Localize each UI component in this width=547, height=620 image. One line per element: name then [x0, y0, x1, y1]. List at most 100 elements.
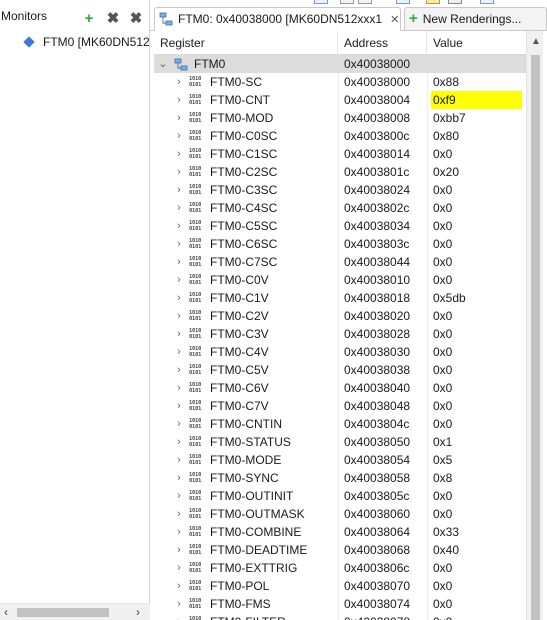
register-value[interactable]: 0x0: [431, 271, 522, 289]
register-value[interactable]: 0x1: [431, 433, 522, 451]
register-group-row[interactable]: ⌄ FTM0 0x40038000: [154, 55, 526, 73]
toolbar-icon[interactable]: [314, 0, 328, 4]
table-row[interactable]: › 1010 0101 FTM0-C6V 0x40038040 0x0: [154, 379, 526, 397]
chevron-right-icon[interactable]: ›: [174, 469, 184, 487]
chevron-right-icon[interactable]: ›: [174, 379, 184, 397]
table-row[interactable]: › 1010 0101 FTM0-C1V 0x40038018 0x5db: [154, 289, 526, 307]
scroll-left-icon[interactable]: ‹: [4, 605, 8, 619]
chevron-right-icon[interactable]: ›: [174, 397, 184, 415]
register-value[interactable]: 0x80: [431, 127, 522, 145]
register-value[interactable]: 0x8: [431, 469, 522, 487]
chevron-right-icon[interactable]: ›: [174, 127, 184, 145]
chevron-right-icon[interactable]: ›: [174, 415, 184, 433]
chevron-right-icon[interactable]: ›: [174, 271, 184, 289]
register-value[interactable]: 0x0: [431, 145, 522, 163]
toolbar-icon[interactable]: [358, 0, 372, 4]
chevron-right-icon[interactable]: ›: [174, 73, 184, 91]
table-row[interactable]: › 1010 0101 FTM0-SC 0x40038000 0x88: [154, 73, 526, 91]
add-icon[interactable]: +: [81, 11, 97, 27]
chevron-right-icon[interactable]: ›: [174, 235, 184, 253]
register-value[interactable]: 0x0: [431, 217, 522, 235]
table-vertical-scrollbar[interactable]: ▲: [526, 31, 543, 620]
register-value[interactable]: 0x0: [431, 181, 522, 199]
close-icon[interactable]: ✕: [390, 13, 399, 26]
table-row[interactable]: › 1010 0101 FTM0-CNTIN 0x4003804c 0x0: [154, 415, 526, 433]
register-value[interactable]: 0x0: [431, 595, 522, 613]
tab-ftm0-rendering[interactable]: FTM0: 0x40038000 [MK60DN512xxx1 ✕: [154, 7, 401, 31]
register-value[interactable]: 0x0: [431, 325, 522, 343]
toolbar-icon[interactable]: [426, 0, 440, 4]
table-row[interactable]: › 1010 0101 FTM0-C2V 0x40038020 0x0: [154, 307, 526, 325]
register-value[interactable]: 0x0: [431, 577, 522, 595]
table-row[interactable]: › 1010 0101 FTM0-EXTTRIG 0x4003806c 0x0: [154, 559, 526, 577]
table-row[interactable]: › 1010 0101 FTM0-OUTMASK 0x40038060 0x0: [154, 505, 526, 523]
scroll-up-icon[interactable]: ▲: [531, 36, 541, 47]
register-value[interactable]: 0x0: [431, 199, 522, 217]
table-row[interactable]: › 1010 0101 FTM0-C2SC 0x4003801c 0x20: [154, 163, 526, 181]
column-header-value[interactable]: Value: [427, 31, 526, 55]
table-row[interactable]: › 10100101 FTM0-FILTER 0x40038078 0x0: [154, 613, 526, 620]
toolbar-icon[interactable]: [448, 0, 462, 4]
chevron-right-icon[interactable]: ›: [174, 91, 184, 109]
remove-all-icon[interactable]: ✖: [128, 11, 144, 27]
chevron-right-icon[interactable]: ›: [174, 577, 184, 595]
toolbar-icon[interactable]: [340, 0, 354, 4]
table-row[interactable]: › 1010 0101 FTM0-FMS 0x40038074 0x0: [154, 595, 526, 613]
table-row[interactable]: › 1010 0101 FTM0-C7V 0x40038048 0x0: [154, 397, 526, 415]
toolbar-icon[interactable]: [396, 0, 410, 4]
register-value[interactable]: 0x88: [431, 73, 522, 91]
register-value[interactable]: [431, 55, 522, 73]
chevron-right-icon[interactable]: ›: [174, 181, 184, 199]
table-row[interactable]: › 1010 0101 FTM0-C6SC 0x4003803c 0x0: [154, 235, 526, 253]
register-value[interactable]: 0x0: [431, 613, 522, 620]
scrollbar-thumb[interactable]: [531, 55, 540, 620]
table-row[interactable]: › 1010 0101 FTM0-C1SC 0x40038014 0x0: [154, 145, 526, 163]
table-row[interactable]: › 1010 0101 FTM0-DEADTIME 0x40038068 0x40: [154, 541, 526, 559]
table-row[interactable]: › 1010 0101 FTM0-OUTINIT 0x4003805c 0x0: [154, 487, 526, 505]
register-value[interactable]: 0x0: [431, 343, 522, 361]
table-row[interactable]: › 1010 0101 FTM0-C3V 0x40038028 0x0: [154, 325, 526, 343]
scrollbar-thumb[interactable]: [17, 608, 109, 617]
chevron-right-icon[interactable]: ›: [174, 217, 184, 235]
chevron-right-icon[interactable]: ›: [174, 451, 184, 469]
register-value[interactable]: 0x0: [431, 559, 522, 577]
tab-new-renderings[interactable]: + New Renderings...: [404, 7, 547, 31]
column-header-address[interactable]: Address: [338, 31, 427, 55]
table-row[interactable]: › 1010 0101 FTM0-CNT 0x40038004 0xf9: [154, 91, 526, 109]
column-header-register[interactable]: Register: [154, 31, 338, 55]
table-row[interactable]: › 1010 0101 FTM0-C4SC 0x4003802c 0x0: [154, 199, 526, 217]
table-row[interactable]: › 1010 0101 FTM0-C5SC 0x40038034 0x0: [154, 217, 526, 235]
register-value[interactable]: 0x0: [431, 307, 522, 325]
table-row[interactable]: › 1010 0101 FTM0-POL 0x40038070 0x0: [154, 577, 526, 595]
register-value[interactable]: 0x0: [431, 415, 522, 433]
table-row[interactable]: › 1010 0101 FTM0-C7SC 0x40038044 0x0: [154, 253, 526, 271]
register-value[interactable]: 0x0: [431, 235, 522, 253]
chevron-right-icon[interactable]: ›: [174, 289, 184, 307]
register-value[interactable]: 0x0: [431, 397, 522, 415]
remove-icon[interactable]: ✖: [105, 11, 121, 27]
register-value[interactable]: 0x40: [431, 541, 522, 559]
chevron-right-icon[interactable]: ›: [174, 541, 184, 559]
table-row[interactable]: › 1010 0101 FTM0-C5V 0x40038038 0x0: [154, 361, 526, 379]
register-value[interactable]: 0x0: [431, 361, 522, 379]
table-row[interactable]: › 1010 0101 FTM0-MODE 0x40038054 0x5: [154, 451, 526, 469]
chevron-right-icon[interactable]: ›: [174, 487, 184, 505]
register-value[interactable]: 0x0: [431, 379, 522, 397]
table-row[interactable]: › 1010 0101 FTM0-SYNC 0x40038058 0x8: [154, 469, 526, 487]
chevron-right-icon[interactable]: ›: [174, 505, 184, 523]
chevron-right-icon[interactable]: ›: [174, 343, 184, 361]
chevron-right-icon[interactable]: ›: [174, 523, 184, 541]
table-row[interactable]: › 1010 0101 FTM0-MOD 0x40038008 0xbb7: [154, 109, 526, 127]
table-row[interactable]: › 1010 0101 FTM0-C3SC 0x40038024 0x0: [154, 181, 526, 199]
chevron-right-icon[interactable]: ›: [174, 325, 184, 343]
chevron-right-icon[interactable]: ›: [174, 433, 184, 451]
chevron-right-icon[interactable]: ›: [174, 595, 184, 613]
register-value[interactable]: 0x0: [431, 253, 522, 271]
register-value[interactable]: 0x33: [431, 523, 522, 541]
register-value[interactable]: 0x5db: [431, 289, 522, 307]
table-row[interactable]: › 1010 0101 FTM0-STATUS 0x40038050 0x1: [154, 433, 526, 451]
chevron-down-icon[interactable]: ⌄: [158, 55, 168, 73]
table-row[interactable]: › 1010 0101 FTM0-COMBINE 0x40038064 0x33: [154, 523, 526, 541]
scroll-right-icon[interactable]: ›: [136, 605, 140, 619]
register-value[interactable]: 0x20: [431, 163, 522, 181]
